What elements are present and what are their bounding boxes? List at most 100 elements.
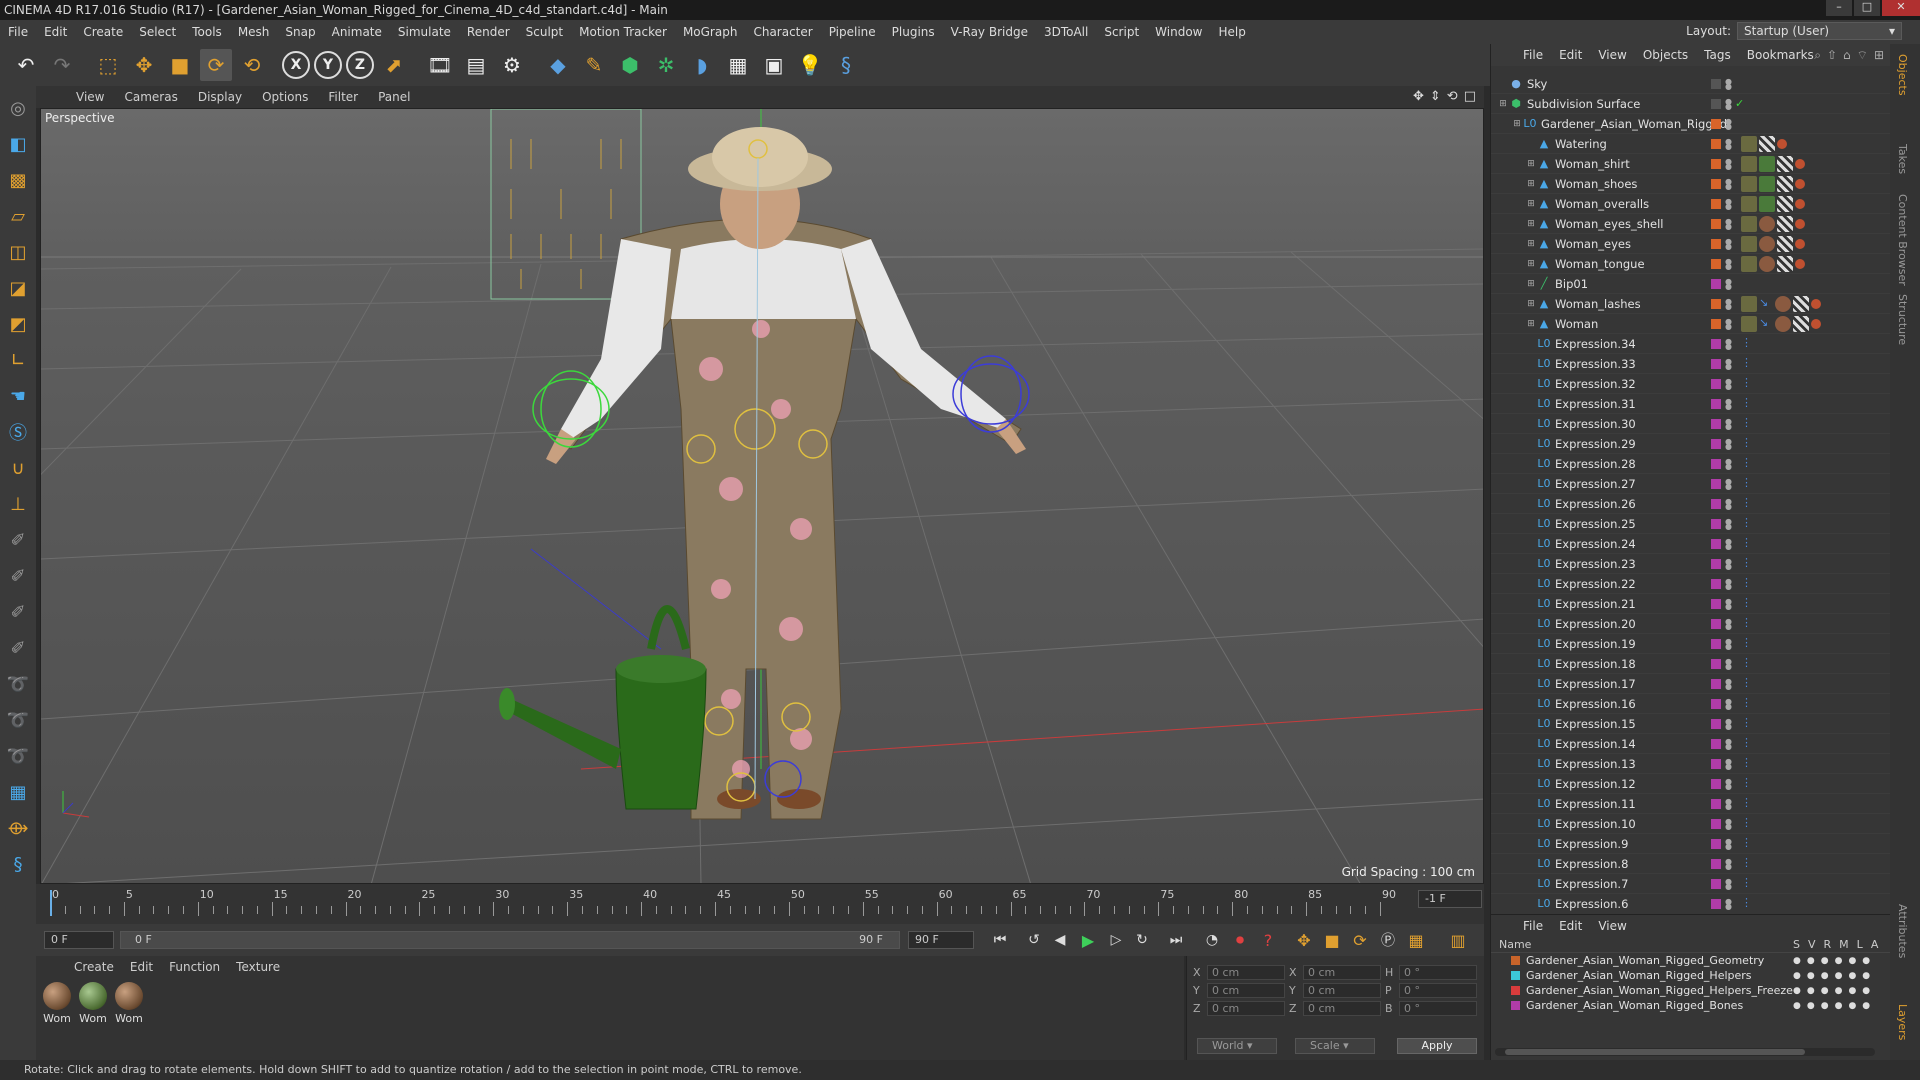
material-tag-icon[interactable] bbox=[1741, 255, 1757, 272]
knife-icon[interactable]: ✐ bbox=[3, 632, 33, 664]
layer-color-swatch[interactable] bbox=[1711, 258, 1721, 269]
pose-morph-tag-icon[interactable]: ⋮ bbox=[1741, 856, 1755, 872]
edges-mode-icon[interactable]: ◪ bbox=[3, 272, 33, 304]
pose-morph-tag-icon[interactable]: ⋮ bbox=[1741, 456, 1755, 472]
visibility-dots-icon[interactable]: ● ● bbox=[1725, 777, 1732, 790]
tweak-mode-icon[interactable]: ☚ bbox=[3, 380, 33, 412]
visibility-dots-icon[interactable]: ● ● bbox=[1725, 897, 1732, 910]
layer-color-swatch[interactable] bbox=[1711, 458, 1721, 469]
pose-morph-tag-icon[interactable]: ⋮ bbox=[1741, 736, 1755, 752]
object-row[interactable]: ⊞ ╱ Bip01 ● ● bbox=[1491, 274, 1891, 294]
layer-color-swatch[interactable] bbox=[1711, 318, 1721, 329]
paint-icon[interactable]: ✐ bbox=[3, 560, 33, 592]
weight-tag-icon[interactable] bbox=[1777, 138, 1787, 149]
position-y-field[interactable]: 0 cm bbox=[1207, 982, 1285, 998]
visibility-dots-icon[interactable]: ● ● bbox=[1725, 237, 1732, 250]
solo-icon[interactable]: ● bbox=[1793, 956, 1801, 966]
pose-morph-tag-icon[interactable]: ⋮ bbox=[1741, 616, 1755, 632]
layer-row[interactable]: Gardener_Asian_Woman_Rigged_Helpers_Free… bbox=[1491, 983, 1890, 998]
move-view-icon[interactable]: ✥ bbox=[1413, 89, 1424, 104]
next-frame-icon[interactable]: ▷ bbox=[1104, 929, 1128, 951]
playhead[interactable] bbox=[50, 890, 52, 916]
menu-script[interactable]: Script bbox=[1096, 25, 1147, 39]
expand-toggle-icon[interactable]: ⊞ bbox=[1525, 199, 1537, 209]
maximize-button[interactable]: □ bbox=[1854, 0, 1880, 16]
z-axis-lock-icon[interactable]: Z bbox=[346, 51, 374, 79]
object-row[interactable]: L0 Expression.9 ● ● ⋮ bbox=[1491, 834, 1891, 854]
frame-ruler[interactable]: 0 5 10 15 20 25 30 35 40 45 50 55 60 65 70 75 80 85 90 bbox=[50, 888, 1444, 920]
pose-morph-tag-icon[interactable]: ⋮ bbox=[1741, 716, 1755, 732]
recent-tool-icon[interactable]: ⟲ bbox=[236, 49, 268, 81]
render-view-icon[interactable]: 🎞 bbox=[424, 49, 456, 81]
object-row[interactable]: ⊞ ▲ Woman_eyes ● ● bbox=[1491, 234, 1891, 254]
menu-help[interactable]: Help bbox=[1210, 25, 1253, 39]
visibility-dots-icon[interactable]: ● ● bbox=[1725, 277, 1732, 290]
render-icon[interactable]: ● bbox=[1821, 956, 1829, 966]
position-x-field[interactable]: 0 cm bbox=[1207, 964, 1285, 980]
object-row[interactable]: ▲ Watering ● ● bbox=[1491, 134, 1891, 154]
layer-color-swatch[interactable] bbox=[1711, 778, 1721, 789]
y-axis-lock-icon[interactable]: Y bbox=[314, 51, 342, 79]
view-icon[interactable]: ● bbox=[1807, 986, 1815, 996]
layer-color-swatch[interactable] bbox=[1711, 378, 1721, 389]
pose-morph-tag-icon[interactable]: ⋮ bbox=[1741, 836, 1755, 852]
object-row[interactable]: L0 Expression.30 ● ● ⋮ bbox=[1491, 414, 1891, 434]
object-menu-file[interactable]: File bbox=[1515, 48, 1551, 62]
object-row[interactable]: L0 Expression.27 ● ● ⋮ bbox=[1491, 474, 1891, 494]
visibility-dots-icon[interactable]: ● ● bbox=[1725, 837, 1732, 850]
deformer-icon[interactable]: ◗ bbox=[686, 49, 718, 81]
uvw-tag-icon[interactable] bbox=[1793, 315, 1809, 332]
object-row[interactable]: L0 Expression.34 ● ● ⋮ bbox=[1491, 334, 1891, 354]
layer-color-swatch[interactable] bbox=[1711, 418, 1721, 429]
apply-button[interactable]: Apply bbox=[1397, 1038, 1477, 1054]
visibility-dots-icon[interactable]: ● ● bbox=[1725, 877, 1732, 890]
model-mode-icon[interactable]: ◧ bbox=[3, 128, 33, 160]
uvw-tag-icon[interactable] bbox=[1777, 235, 1793, 252]
view-icon[interactable]: ● bbox=[1807, 956, 1815, 966]
expand-toggle-icon[interactable]: ⊞ bbox=[1511, 119, 1523, 129]
expand-toggle-icon[interactable]: ⊞ bbox=[1525, 159, 1537, 169]
pose-morph-tag-icon[interactable]: ⋮ bbox=[1741, 536, 1755, 552]
sculpt-icon[interactable]: ➰ bbox=[3, 704, 33, 736]
object-row[interactable]: ⊞ ⬢ Subdivision Surface ● ● ✓ bbox=[1491, 94, 1891, 114]
layer-color-swatch[interactable] bbox=[1711, 498, 1721, 509]
menu-select[interactable]: Select bbox=[131, 25, 184, 39]
layer-color-swatch[interactable] bbox=[1711, 738, 1721, 749]
visibility-dots-icon[interactable]: ● ● bbox=[1725, 817, 1732, 830]
menu-mesh[interactable]: Mesh bbox=[230, 25, 278, 39]
expand-toggle-icon[interactable]: ⊞ bbox=[1525, 179, 1537, 189]
material-tag-icon[interactable] bbox=[1741, 295, 1757, 312]
go-to-start-icon[interactable]: ⏮ bbox=[988, 929, 1012, 951]
pose-morph-tag-icon[interactable]: ⋮ bbox=[1741, 496, 1755, 512]
lock-icon[interactable]: ● bbox=[1848, 971, 1856, 981]
menu-3dtoall[interactable]: 3DToAll bbox=[1036, 25, 1096, 39]
material-tag-icon[interactable] bbox=[1759, 195, 1775, 212]
visibility-dots-icon[interactable]: ● ● bbox=[1725, 637, 1732, 650]
object-row[interactable]: L0 Expression.11 ● ● ⋮ bbox=[1491, 794, 1891, 814]
menu-sculpt[interactable]: Sculpt bbox=[518, 25, 571, 39]
pose-morph-tag-icon[interactable]: ⋮ bbox=[1741, 896, 1755, 912]
visibility-dots-icon[interactable]: ● ● bbox=[1725, 457, 1732, 470]
rotation-b-field[interactable]: 0 ° bbox=[1399, 1000, 1477, 1016]
layer-menu-edit[interactable]: Edit bbox=[1551, 919, 1590, 933]
layer-color-swatch[interactable] bbox=[1711, 838, 1721, 849]
pose-morph-tag-icon[interactable]: ⋮ bbox=[1741, 596, 1755, 612]
visibility-dots-icon[interactable]: ● ● bbox=[1725, 417, 1732, 430]
uvw-tag-icon[interactable] bbox=[1777, 195, 1793, 212]
layer-color-swatch[interactable] bbox=[1711, 878, 1721, 889]
key-position-icon[interactable]: ✥ bbox=[1292, 929, 1316, 951]
material-menu-function[interactable]: Function bbox=[161, 960, 228, 974]
layer-color-swatch[interactable] bbox=[1711, 758, 1721, 769]
uvw-tag-icon[interactable] bbox=[1777, 155, 1793, 172]
object-row[interactable]: ⊞ ▲ Woman ● ● ↘ bbox=[1491, 314, 1891, 334]
previous-key-icon[interactable]: ↺ bbox=[1022, 929, 1046, 951]
layer-color-swatch[interactable] bbox=[1711, 818, 1721, 829]
scale-tool-icon[interactable]: ■ bbox=[164, 49, 196, 81]
object-row[interactable]: ⊞ ▲ Woman_eyes_shell ● ● bbox=[1491, 214, 1891, 234]
object-row[interactable]: L0 Expression.21 ● ● ⋮ bbox=[1491, 594, 1891, 614]
layer-color-swatch[interactable] bbox=[1711, 138, 1721, 149]
layer-color-swatch[interactable] bbox=[1711, 438, 1721, 449]
menu-create[interactable]: Create bbox=[75, 25, 131, 39]
animation-icon[interactable]: ● bbox=[1862, 986, 1870, 996]
rotate-view-icon[interactable]: ⟲ bbox=[1447, 89, 1458, 104]
